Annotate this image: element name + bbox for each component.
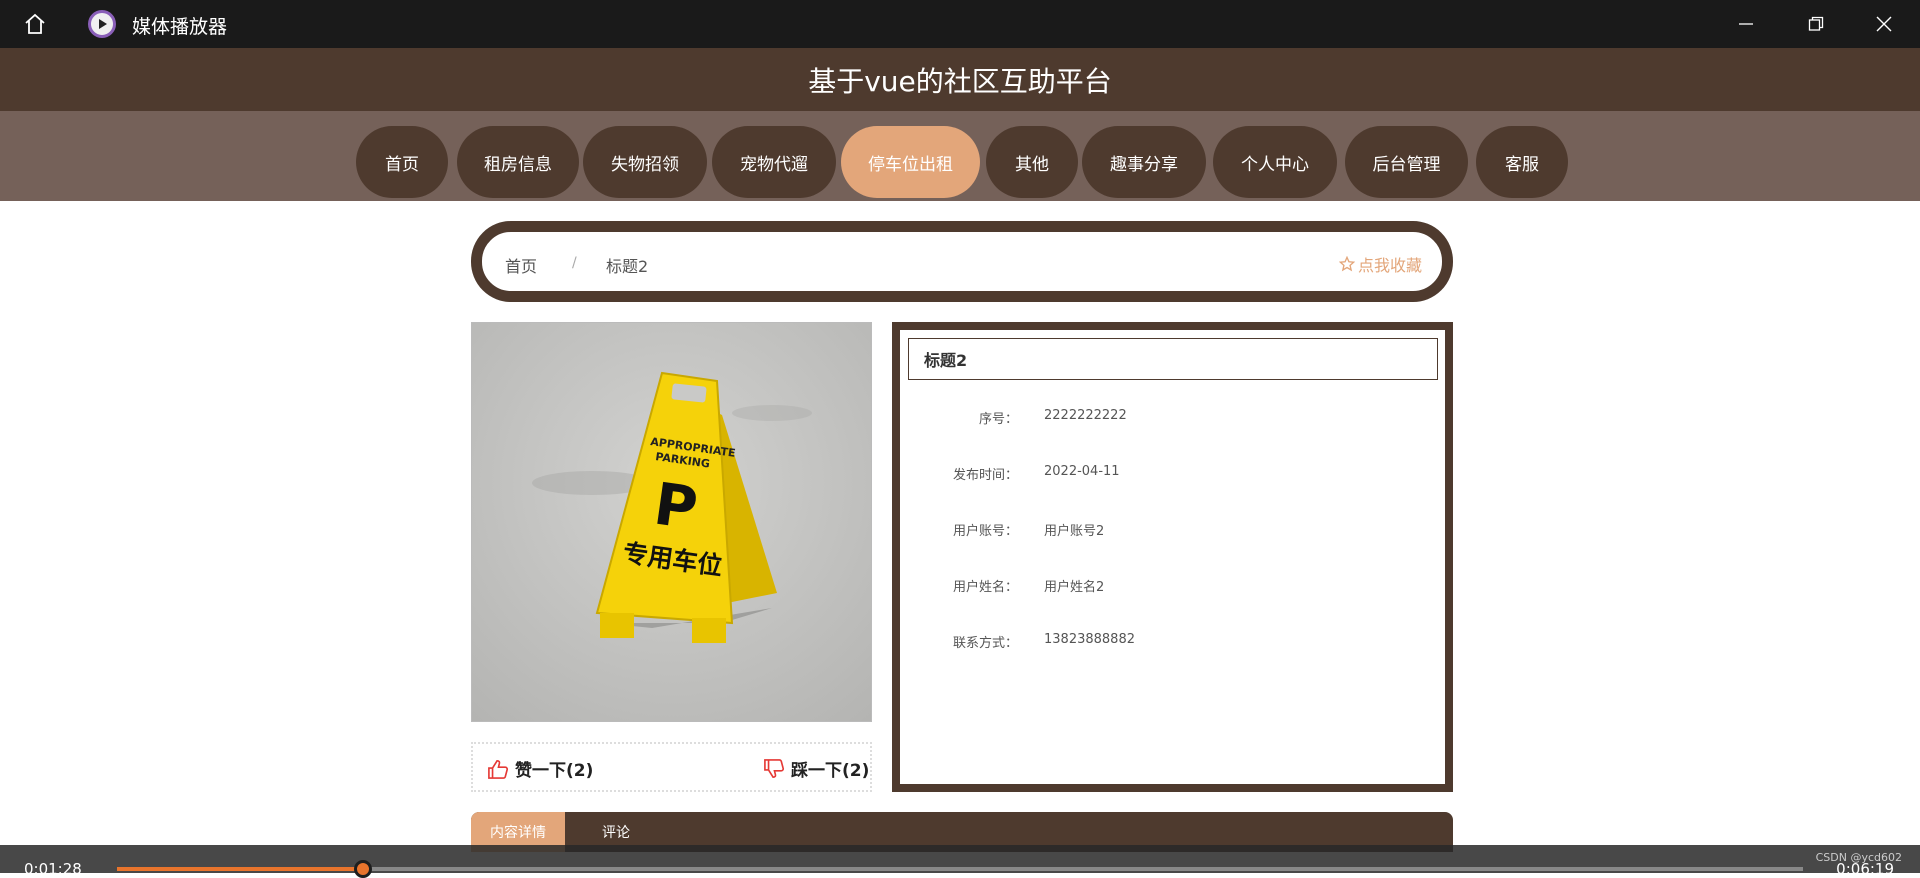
detail-label: 发布时间： [952,468,1018,483]
nav-item-pet-walking[interactable]: 宠物代遛 [712,126,836,198]
nav-item-fun-sharing[interactable]: 趣事分享 [1082,126,1206,198]
thumbs-down-icon [764,758,785,778]
detail-label: 序号： [978,412,1018,427]
nav-item-personal-center[interactable]: 个人中心 [1213,126,1337,198]
detail-value: 用户姓名2 [1044,580,1105,595]
dislike-button[interactable]: 踩一下(2) [763,756,869,781]
restore-icon[interactable] [1796,8,1836,40]
like-label: 赞一下(2) [515,761,594,781]
thumbs-up-icon [488,759,509,779]
detail-value: 13823888882 [1044,632,1135,647]
breadcrumb: 首页 / 标题2 点我收藏 [471,221,1453,302]
site-header: 基于vue的社区互助平台 [0,48,1920,111]
breadcrumb-separator: / [572,255,577,271]
detail-title: 标题2 [908,338,1438,380]
minimize-icon[interactable] [1726,8,1766,40]
nav-item-label: 失物招领 [611,154,679,175]
nav-item-customer-service[interactable]: 客服 [1476,126,1568,198]
seek-bar[interactable] [117,860,1803,878]
nav-item-home[interactable]: 首页 [356,126,448,198]
nav-item-parking-rental[interactable]: 停车位出租 [841,126,980,198]
nav-item-lost-found[interactable]: 失物招领 [583,126,707,198]
seek-bar-progress [117,867,364,871]
nav-item-rental[interactable]: 租房信息 [457,126,579,198]
listing-photo: APPROPRIATE PARKING P 专用车位 [471,322,872,722]
nav-item-other[interactable]: 其他 [986,126,1078,198]
close-icon[interactable] [1864,8,1904,40]
watermark: CSDN @ycd602 [1815,851,1902,864]
nav-item-label: 客服 [1505,154,1539,175]
elapsed-time: 0:01:28 [24,860,82,878]
nav-item-label: 趣事分享 [1110,154,1178,175]
main-nav: 首页 租房信息 失物招领 宠物代遛 停车位出租 其他 趣事分享 个人中心 后台管… [0,111,1920,201]
nav-item-label: 其他 [1015,154,1049,175]
detail-row-contact: 联系方式： 13823888882 [900,632,1445,656]
player-titlebar: 媒体播放器 [0,0,1920,48]
nav-item-label: 首页 [385,154,419,175]
detail-label: 联系方式： [952,636,1018,651]
site-title: 基于vue的社区互助平台 [808,64,1112,98]
media-player-app-icon [88,10,116,38]
player-controls: 0:01:28 0:06:19 CSDN @ycd602 [0,845,1920,878]
nav-item-label: 停车位出租 [868,154,953,175]
detail-value: 2022-04-11 [1044,464,1120,479]
tab-label: 内容详情 [490,825,546,841]
detail-row-account: 用户账号： 用户账号2 [900,520,1445,544]
nav-item-admin[interactable]: 后台管理 [1345,126,1468,198]
detail-row-name: 用户姓名： 用户姓名2 [900,576,1445,600]
nav-item-label: 个人中心 [1241,154,1309,175]
nav-item-label: 后台管理 [1372,154,1441,175]
nav-item-label: 宠物代遛 [740,154,808,175]
star-icon [1338,256,1355,272]
favorite-label: 点我收藏 [1357,256,1422,275]
detail-value: 用户账号2 [1044,524,1105,539]
vote-row: 赞一下(2) 踩一下(2) [471,742,872,792]
app-title: 媒体播放器 [132,16,228,38]
dislike-label: 踩一下(2) [791,761,870,781]
detail-panel: 标题2 序号： 2222222222 发布时间： 2022-04-11 用户账号… [892,322,1453,792]
breadcrumb-current: 标题2 [606,257,649,276]
home-icon[interactable] [20,10,50,38]
detail-label: 用户账号： [952,524,1018,539]
like-button[interactable]: 赞一下(2) [487,756,593,781]
breadcrumb-home[interactable]: 首页 [505,253,537,277]
detail-row-publish-time: 发布时间： 2022-04-11 [900,464,1445,488]
detail-label: 用户姓名： [952,580,1018,595]
seek-handle[interactable] [354,860,373,878]
tab-label: 评论 [602,825,630,841]
favorite-button[interactable]: 点我收藏 [1338,252,1422,276]
detail-row-id: 序号： 2222222222 [900,408,1445,432]
detail-value: 2222222222 [1044,408,1127,423]
nav-item-label: 租房信息 [484,154,552,175]
